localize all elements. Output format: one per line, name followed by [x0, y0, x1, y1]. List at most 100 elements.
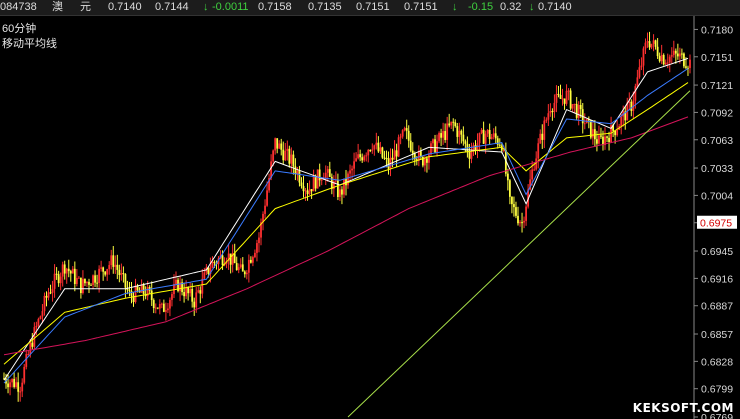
candle-body	[355, 158, 358, 162]
candle-body	[533, 169, 536, 171]
candle-body	[199, 290, 202, 294]
candle-body	[53, 273, 56, 289]
candle-body	[664, 62, 667, 65]
axis-tick-label: 0.6887	[701, 301, 733, 313]
candle-body	[69, 271, 72, 274]
candle-body	[454, 122, 457, 127]
candle-body	[426, 158, 428, 163]
candle-body	[47, 292, 50, 298]
price-axis: 0.7180 0.7151 0.7121 0.7092 0.7063 0.7033 0.70…	[693, 16, 737, 419]
axis-tick-label: 0.7063	[701, 135, 733, 147]
candle-body	[57, 274, 60, 284]
quote-low: 0.7135	[308, 1, 342, 13]
candle-body	[185, 287, 188, 297]
indicator-label: 移动平均线	[2, 38, 57, 50]
candle-body	[598, 135, 600, 144]
candle-body	[438, 133, 440, 142]
candle-body	[156, 307, 159, 309]
candle-body	[462, 134, 465, 142]
candle-body	[108, 265, 111, 270]
quote-pct: -0.15	[468, 1, 494, 13]
candle-body	[160, 303, 163, 305]
candle-body	[456, 126, 459, 137]
candle-body	[349, 170, 351, 174]
candle-body	[341, 189, 343, 195]
candle-body	[602, 136, 604, 146]
candle-body	[596, 139, 598, 144]
candle-body	[642, 48, 645, 66]
candle-body	[142, 284, 145, 294]
candle-body	[436, 141, 438, 153]
candle-body	[164, 310, 167, 312]
candle-body	[555, 93, 558, 103]
candle-body	[387, 158, 390, 169]
candle-body	[490, 136, 493, 140]
candle-body	[86, 281, 88, 284]
quote-open: 0.7140	[108, 1, 142, 13]
candle-body	[468, 152, 471, 159]
candle-body	[506, 173, 509, 181]
candle-body	[252, 257, 254, 263]
candle-body	[41, 311, 44, 317]
candle-body	[535, 158, 538, 170]
candle-body	[239, 264, 242, 268]
candle-body	[308, 189, 311, 195]
candle-body	[654, 40, 657, 47]
candle-body	[19, 391, 22, 393]
candle-body	[233, 253, 236, 264]
candle-body	[375, 142, 378, 146]
candle-body	[397, 137, 400, 157]
candlestick-chart[interactable]: 0.7180 0.7151 0.7121 0.7092 0.7063 0.7033 0.70…	[0, 16, 740, 419]
candle-body	[541, 133, 544, 140]
candle-body	[428, 154, 430, 163]
candle-body	[575, 103, 578, 118]
axis-tick-label: 0.7151	[701, 52, 733, 64]
candle-body	[316, 169, 319, 189]
candle-body	[519, 222, 521, 224]
candle-body	[221, 255, 224, 266]
candle-body	[63, 264, 66, 274]
candle-body	[229, 253, 232, 265]
candle-body	[399, 136, 402, 138]
candle-body	[314, 176, 317, 189]
candle-body	[175, 279, 177, 285]
candle-body	[306, 190, 309, 195]
candle-body	[167, 308, 169, 311]
quote-high: 0.7158	[258, 1, 292, 13]
candle-body	[668, 56, 671, 63]
candle-body	[7, 383, 9, 388]
candle-body	[448, 123, 451, 126]
quote-bar: 084738 澳 元 0.7140 0.7144 ↓ -0.0011 0.715…	[0, 0, 740, 16]
candle-body	[61, 264, 64, 277]
candle-body	[547, 113, 550, 120]
candle-body	[571, 104, 574, 109]
candle-body	[23, 366, 26, 383]
axis-tick-label: 0.6799	[701, 384, 733, 396]
candle-body	[304, 190, 307, 192]
candle-body	[59, 276, 62, 284]
candle-body	[644, 42, 647, 49]
candle-body	[294, 166, 297, 175]
candle-body	[15, 382, 18, 387]
candle-body	[567, 90, 570, 92]
ma4-line	[3, 116, 689, 356]
candle-body	[43, 295, 46, 312]
candle-body	[600, 135, 602, 137]
candle-body	[284, 150, 287, 161]
candle-body	[670, 55, 673, 57]
candle-body	[110, 255, 113, 266]
candle-body	[298, 170, 301, 183]
period-label: 60分钟	[2, 23, 37, 35]
candle-body	[65, 268, 68, 274]
candle-body	[100, 267, 103, 269]
current-price-label: 0.6975	[700, 218, 732, 230]
candle-body	[458, 130, 461, 137]
candle-body	[515, 207, 517, 216]
quote-prev: 0.7144	[155, 1, 189, 13]
candle-body	[405, 128, 408, 131]
candle-body	[442, 131, 445, 138]
candle-body	[67, 268, 70, 272]
candle-body	[13, 378, 16, 387]
candle-body	[310, 189, 313, 192]
candle-body	[494, 133, 497, 139]
